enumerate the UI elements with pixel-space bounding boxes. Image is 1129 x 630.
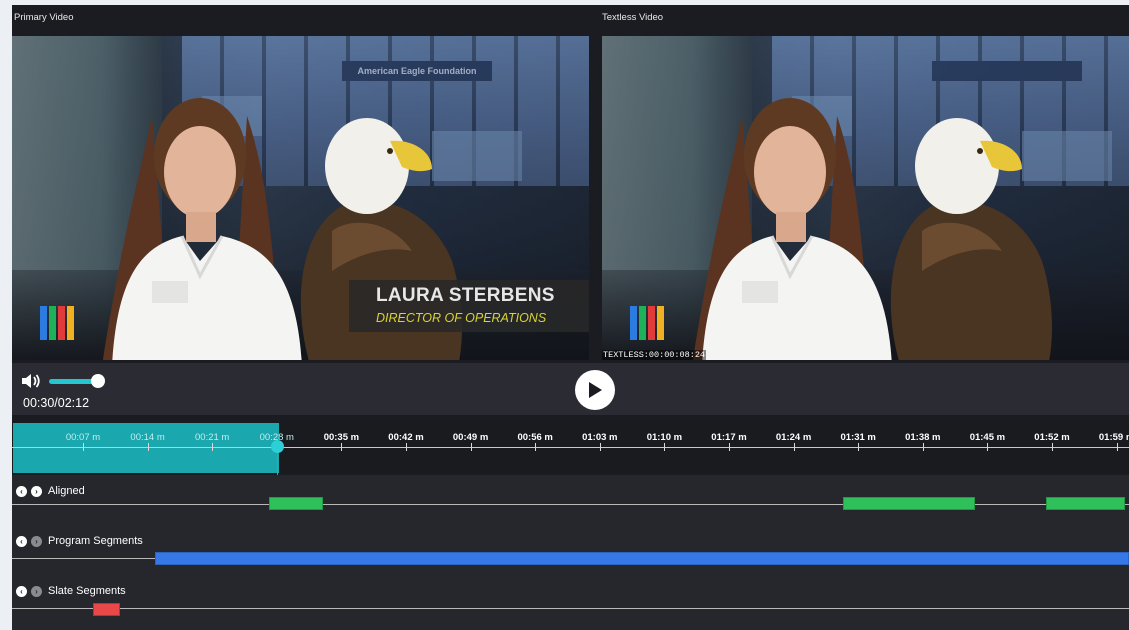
primary-video-label: Primary Video [14, 12, 74, 23]
player-controls: 00:30/02:12 [12, 363, 1129, 415]
track-aligned: ‹ › Aligned [12, 475, 1129, 525]
timeline-tick-label: 01:03 m [582, 432, 618, 443]
volume-slider-handle[interactable] [91, 374, 105, 388]
timeline-tick-label: 00:07 m [65, 432, 101, 443]
timeline-tick [599, 443, 601, 451]
next-segment-button[interactable]: › [31, 585, 42, 597]
timeline-tick-label: 01:10 m [646, 432, 683, 443]
lower-third-name: LAURA STERBENS [376, 285, 555, 306]
timeline-tick [922, 443, 924, 451]
track-slate-segments: ‹ › Slate Segments [12, 575, 1129, 625]
timeline-axis [12, 447, 1129, 448]
slate-segment[interactable] [93, 603, 120, 616]
channel-logo-textless [630, 306, 664, 340]
timeline-tick-label: 00:49 m [452, 432, 489, 443]
next-segment-button[interactable]: › [31, 485, 42, 497]
track-program-segments: ‹ › Program Segments [12, 525, 1129, 575]
timeline-tick [1116, 443, 1118, 451]
track-name-aligned: Aligned [48, 485, 85, 497]
volume-icon[interactable] [21, 373, 41, 389]
timeline-tick-label: 00:21 m [195, 432, 230, 443]
burnin-timecode: TEXTLESS:00:00:08:24 [602, 350, 707, 360]
timeline-tick-label: 01:24 m [775, 432, 812, 443]
timeline-tick [406, 443, 407, 451]
timeline-tick-label: 01:45 m [969, 432, 1006, 443]
track-name-slate: Slate Segments [48, 585, 126, 597]
timeline-tick [535, 443, 537, 451]
aligned-segment[interactable] [269, 497, 323, 510]
prev-segment-button[interactable]: ‹ [16, 535, 27, 547]
timeline-tick [341, 443, 343, 451]
segment-tracks: ‹ › Aligned ‹ › Program Segments ‹ › Sla… [12, 475, 1129, 630]
timeline-tick [664, 443, 666, 451]
lower-third-graphic: LAURA STERBENS DIRECTOR OF OPERATIONS [349, 280, 589, 332]
timeline-tick-label: 00:35 m [323, 432, 360, 443]
timeline-tick-label: 00:42 m [388, 432, 424, 443]
background-sign-textless [932, 61, 1082, 81]
program-segment[interactable] [155, 552, 1129, 565]
video-compare-app: Primary Video American Eagle Foundation [12, 5, 1129, 630]
timeline-tick [729, 443, 730, 451]
play-button[interactable] [575, 370, 615, 410]
timeline-progress [13, 423, 279, 473]
time-display: 00:30/02:12 [23, 396, 90, 410]
prev-segment-button[interactable]: ‹ [16, 485, 27, 497]
timeline-tick [987, 443, 989, 451]
timeline-tick-label: 01:52 m [1034, 432, 1070, 443]
timeline-tick [470, 443, 472, 451]
timeline-tick [1052, 443, 1053, 451]
timeline-tick-label: 00:14 m [130, 432, 165, 443]
track-name-program: Program Segments [48, 535, 143, 547]
timeline-tick [147, 443, 149, 451]
background-sign: American Eagle Foundation [342, 61, 492, 81]
timeline-tick-label: 01:38 m [905, 432, 941, 443]
prev-segment-button[interactable]: ‹ [16, 585, 27, 597]
channel-logo [40, 306, 74, 340]
textless-video-label: Textless Video [602, 12, 664, 23]
textless-video-player[interactable]: TEXTLESS:00:00:08:24 [602, 36, 1129, 360]
aligned-segment[interactable] [843, 497, 975, 510]
playhead-handle[interactable] [271, 440, 284, 453]
timeline-tick [83, 443, 84, 451]
timeline-tick [212, 443, 214, 451]
play-icon [589, 382, 602, 398]
timeline-tick-label: 01:31 m [840, 432, 876, 443]
timeline-tick [793, 443, 795, 451]
timeline-tick-label: 01:59 m [1098, 432, 1129, 443]
primary-video-player[interactable]: American Eagle Foundation LAURA STERBENS… [12, 36, 589, 360]
aligned-segment[interactable] [1046, 497, 1125, 510]
timeline-ruler[interactable]: 00:07 m 00:14 m 00:21 m 00:28 m 00:35 m 00:42… [12, 421, 1129, 473]
next-segment-button[interactable]: › [31, 535, 42, 547]
eagle-figure-textless [890, 118, 1052, 360]
lower-third-title: DIRECTOR OF OPERATIONS [376, 311, 547, 325]
timeline-tick-label: 00:56 m [517, 432, 553, 443]
timeline-tick-label: 01:17 m [711, 432, 747, 443]
timeline-tick [858, 443, 860, 451]
